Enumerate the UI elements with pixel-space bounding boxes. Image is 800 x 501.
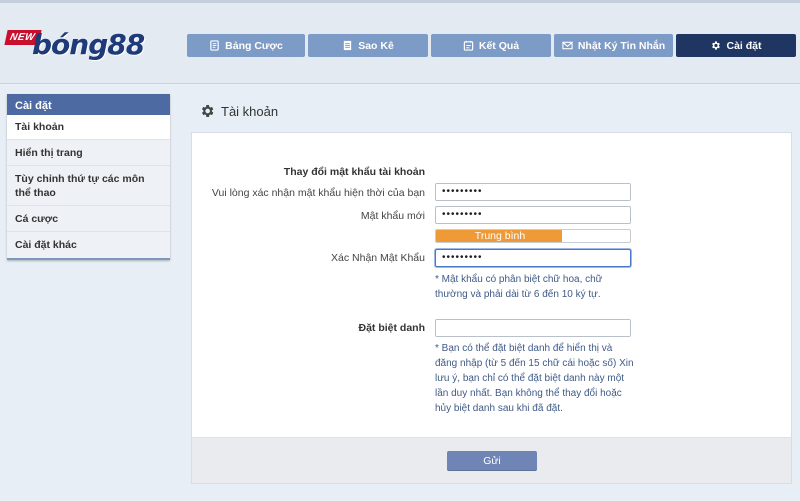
main-nav: Bảng Cược Sao Kê Kết Quả Nhật Ký Tin Nhắ… [187, 34, 796, 57]
logo-text: bóng88 [32, 28, 145, 61]
new-password-label: Mật khẩu mới [360, 210, 425, 222]
nav-results[interactable]: Kết Quả [431, 34, 551, 57]
sidebar-title: Cài đặt [7, 94, 170, 115]
header-top-line [0, 0, 800, 3]
sidebar-item-label: Tài khoản [15, 121, 65, 133]
site-logo[interactable]: NEW bóng88 [4, 22, 146, 66]
betslip-icon [210, 40, 219, 51]
gear-icon [712, 41, 721, 50]
results-icon [463, 40, 474, 51]
nav-results-label: Kết Quả [478, 39, 520, 52]
sidebar-item-other-settings[interactable]: Cài đặt khác [7, 232, 170, 258]
sidebar-item-label: Hiển thị trang [15, 146, 83, 159]
new-password-field[interactable]: ••••••••• [435, 206, 631, 224]
top-header: NEW bóng88 Bảng Cược Sao Kê Kết Quả Nhật… [0, 0, 800, 84]
nickname-note: * Bạn có thể đặt biệt danh để hiển thị v… [435, 343, 634, 414]
current-password-label: Vui lòng xác nhận mật khẩu hiện thời của… [211, 187, 425, 199]
confirm-password-field[interactable]: ••••••••• [435, 249, 631, 267]
gear-icon [202, 105, 214, 117]
sidebar-item-account[interactable]: Tài khoản [7, 115, 170, 140]
page-title-text: Tài khoản [221, 103, 279, 119]
password-strength-label: Trung bình [474, 230, 526, 242]
account-form-panel: Thay đổi mật khẩu tài khoản Vui lòng xác… [191, 132, 792, 484]
current-password-field[interactable]: ••••••••• [435, 183, 631, 201]
settings-sidebar: Cài đặt Tài khoản Hiển thị trang Tùy chỉ… [7, 94, 170, 260]
nav-statement-label: Sao Kê [358, 39, 394, 52]
sidebar-item-label: Cá cược [15, 212, 59, 225]
sidebar-item-sports-order[interactable]: Tùy chỉnh thứ tự các môn thể thao [7, 166, 170, 206]
sidebar-item-label: Tùy chỉnh thứ tự các môn thể thao [15, 172, 145, 199]
nav-message-log[interactable]: Nhật Ký Tin Nhắn [554, 34, 673, 57]
confirm-password-label: Xác Nhận Mật Khẩu [331, 252, 425, 264]
sidebar-item-betting[interactable]: Cá cược [7, 206, 170, 232]
password-strength-meter: Trung bình [435, 229, 631, 243]
nav-message-log-label: Nhật Ký Tin Nhắn [577, 39, 666, 52]
sidebar-item-page-display[interactable]: Hiển thị trang [7, 140, 170, 166]
mail-icon [562, 41, 573, 50]
nav-bet-slip-label: Bảng Cược [225, 39, 283, 52]
statement-icon [344, 40, 352, 51]
nav-settings[interactable]: Cài đặt [676, 34, 796, 57]
nav-settings-label: Cài đặt [726, 39, 762, 52]
nickname-field[interactable] [435, 319, 631, 337]
nickname-label: Đặt biệt danh [358, 322, 425, 334]
nav-bet-slip[interactable]: Bảng Cược [187, 34, 305, 57]
sidebar-item-label: Cài đặt khác [15, 239, 77, 251]
password-note: * Mật khẩu có phân biệt chữ hoa, chữ thư… [435, 274, 603, 300]
password-section-title: Thay đổi mật khẩu tài khoản [283, 166, 425, 178]
nav-statement[interactable]: Sao Kê [308, 34, 428, 57]
submit-button[interactable]: Gửi [447, 451, 537, 471]
page-title: Tài khoản [199, 103, 278, 119]
